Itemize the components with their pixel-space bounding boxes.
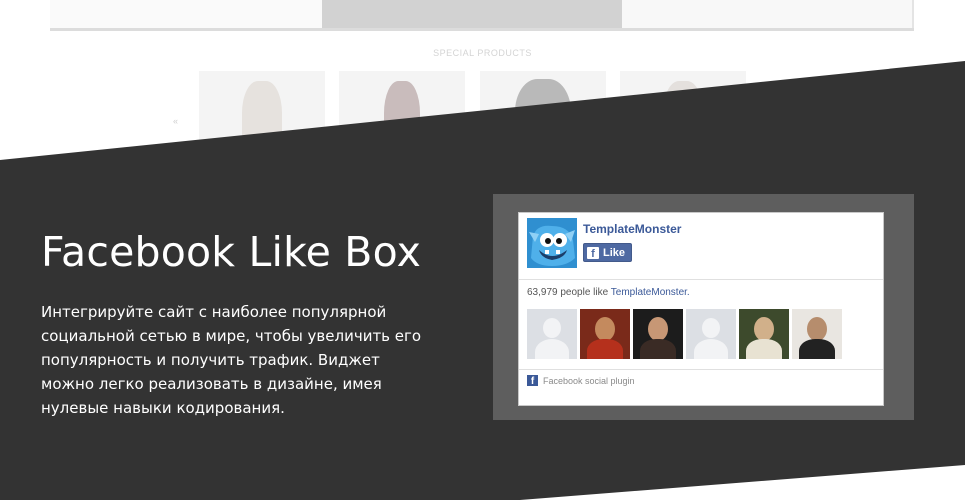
avatar-body [640, 339, 676, 359]
fan-faces-list [527, 309, 842, 359]
special-products-title: SPECIAL PRODUCTS [433, 48, 532, 58]
facebook-like-box: TemplateMonster f Like 63,979 people lik… [518, 212, 884, 406]
facebook-logo-icon: f [587, 246, 599, 259]
avatar-body [587, 339, 623, 359]
page-name-inline-link[interactable]: TemplateMonster. [611, 287, 690, 298]
plugin-footer: f Facebook social plugin [527, 375, 635, 386]
avatar-head [754, 317, 774, 341]
carousel-prev-arrow-icon[interactable]: « [173, 116, 178, 126]
avatar-head [648, 317, 668, 341]
feature-heading: Facebook Like Box [41, 228, 422, 276]
like-count: 63,979 people like TemplateMonster. [527, 287, 690, 298]
facebook-small-logo-icon: f [527, 375, 538, 386]
social-plugin-link[interactable]: Facebook social plugin [543, 376, 635, 386]
avatar-body [535, 339, 569, 359]
hero-banner-left-image [50, 0, 322, 28]
like-button-label: Like [603, 246, 626, 259]
avatar-head [807, 317, 827, 341]
avatar-head [543, 318, 561, 338]
divider [519, 369, 883, 370]
page-avatar[interactable] [527, 218, 577, 268]
monster-logo-icon [527, 218, 577, 268]
hero-banner-right-image [622, 0, 912, 28]
avatar-head [702, 318, 720, 338]
fan-avatar[interactable] [633, 309, 683, 359]
like-button[interactable]: f Like [583, 243, 633, 262]
divider [519, 279, 883, 280]
avatar-body [746, 339, 782, 359]
avatar-body [799, 339, 835, 359]
fan-avatar[interactable] [739, 309, 789, 359]
feature-description: Интегрируйте сайт с наиболее популярной … [41, 303, 422, 417]
avatar-body [694, 339, 728, 359]
fan-avatar[interactable] [792, 309, 842, 359]
default-avatar-icon[interactable] [527, 309, 577, 359]
like-count-text: 63,979 people like [527, 287, 611, 298]
avatar-head [595, 317, 615, 341]
hero-banner-divider [50, 28, 914, 31]
fan-avatar[interactable] [580, 309, 630, 359]
page-name-link[interactable]: TemplateMonster [583, 222, 681, 236]
hero-banner-center-image [322, 0, 622, 28]
default-avatar-icon[interactable] [686, 309, 736, 359]
